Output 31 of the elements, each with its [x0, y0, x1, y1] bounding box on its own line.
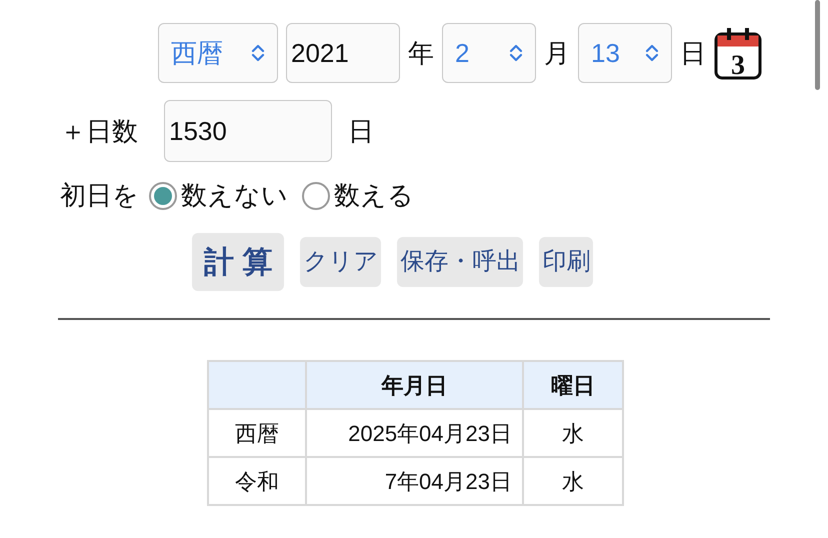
- table-cell: 水: [523, 457, 623, 505]
- table-cell: 令和: [208, 457, 306, 505]
- radio-button[interactable]: [149, 182, 177, 210]
- year-field[interactable]: 2021: [286, 23, 400, 83]
- year-label: 年: [408, 36, 434, 70]
- column-header: 年月日: [306, 361, 523, 409]
- action-button[interactable]: 保存・呼出: [397, 237, 524, 287]
- calculate-button[interactable]: 計 算: [192, 233, 284, 291]
- scrollbar[interactable]: [815, 0, 820, 90]
- table-cell: 2025年04月23日: [306, 409, 523, 457]
- radio-label: 数える: [334, 179, 414, 212]
- radio-button[interactable]: [302, 182, 330, 210]
- days-unit: 日: [348, 114, 374, 148]
- first-day-label: 初日を: [60, 179, 139, 212]
- radio-label: 数えない: [181, 179, 288, 212]
- table-cell: 水: [523, 409, 623, 457]
- days-field[interactable]: 1530: [164, 100, 332, 162]
- chevron-updown-icon: [509, 43, 523, 63]
- action-button[interactable]: 印刷: [539, 237, 594, 287]
- day-label: 日: [680, 36, 706, 70]
- month-label: 月: [544, 36, 570, 70]
- column-header: 曜日: [523, 361, 623, 409]
- chevron-updown-icon: [645, 43, 659, 63]
- select-field[interactable]: 13: [578, 23, 672, 83]
- chevron-updown-icon: [251, 43, 265, 63]
- action-button[interactable]: クリア: [300, 237, 382, 287]
- days-label: ＋日数: [60, 114, 139, 148]
- select-field[interactable]: 西暦: [158, 23, 278, 83]
- table-cell: 西暦: [208, 409, 306, 457]
- table-cell: 7年04月23日: [306, 457, 523, 505]
- select-field[interactable]: 2: [442, 23, 536, 83]
